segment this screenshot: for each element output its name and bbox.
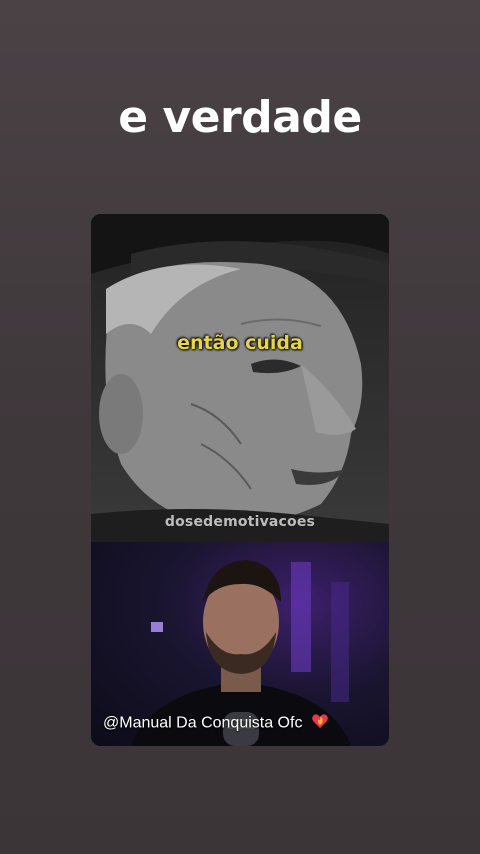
elder-man-portrait	[91, 214, 389, 542]
elder-man-video[interactable]: então cuida dosedemotivacoes	[91, 214, 389, 542]
story-headline: e verdade	[118, 92, 362, 143]
creator-handle-text: @Manual Da Conquista Ofc	[103, 714, 303, 732]
burning-heart-icon	[311, 712, 329, 735]
creator-handle[interactable]: @Manual Da Conquista Ofc	[103, 712, 329, 735]
channel-watermark: dosedemotivacoes	[164, 514, 316, 530]
subtitle-caption: então cuida	[177, 332, 303, 354]
video-card[interactable]: então cuida dosedemotivacoes @Manual Da …	[91, 214, 389, 746]
speaker-video[interactable]: @Manual Da Conquista Ofc	[91, 542, 389, 746]
